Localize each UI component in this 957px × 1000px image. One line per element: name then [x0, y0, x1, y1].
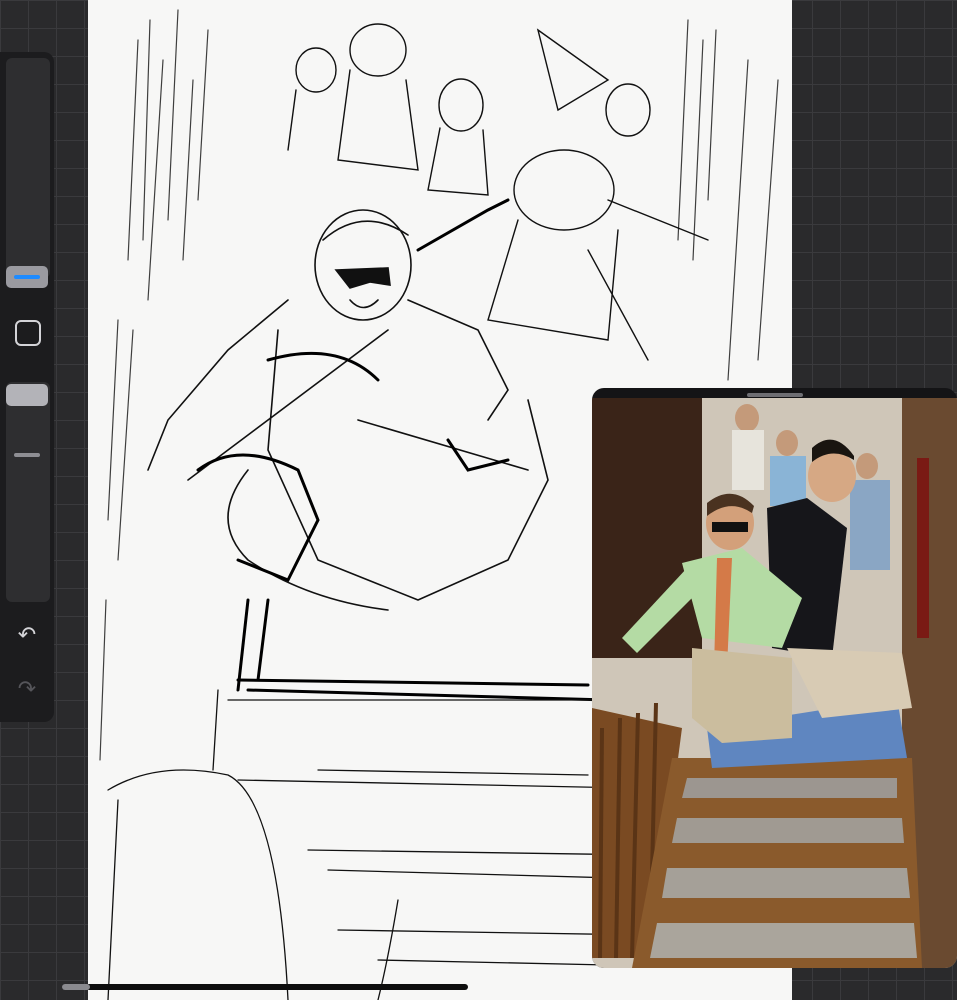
modify-square-icon[interactable] — [15, 320, 41, 346]
reference-photo-window[interactable] — [592, 388, 957, 968]
home-indicator-track — [62, 984, 90, 990]
reference-photo — [592, 398, 957, 968]
opacity-slider[interactable] — [6, 382, 50, 602]
opacity-slider-thumb[interactable] — [6, 384, 48, 406]
brush-size-slider[interactable] — [6, 58, 50, 278]
home-indicator-bar — [62, 984, 468, 990]
tool-sidebar: ↶ ↷ — [0, 52, 54, 722]
reference-window-drag-handle[interactable] — [747, 393, 803, 397]
redo-icon[interactable]: ↷ — [12, 674, 42, 704]
opacity-level-indicator — [14, 453, 40, 457]
brush-size-slider-thumb[interactable] — [6, 266, 48, 288]
undo-icon[interactable]: ↶ — [12, 620, 42, 650]
